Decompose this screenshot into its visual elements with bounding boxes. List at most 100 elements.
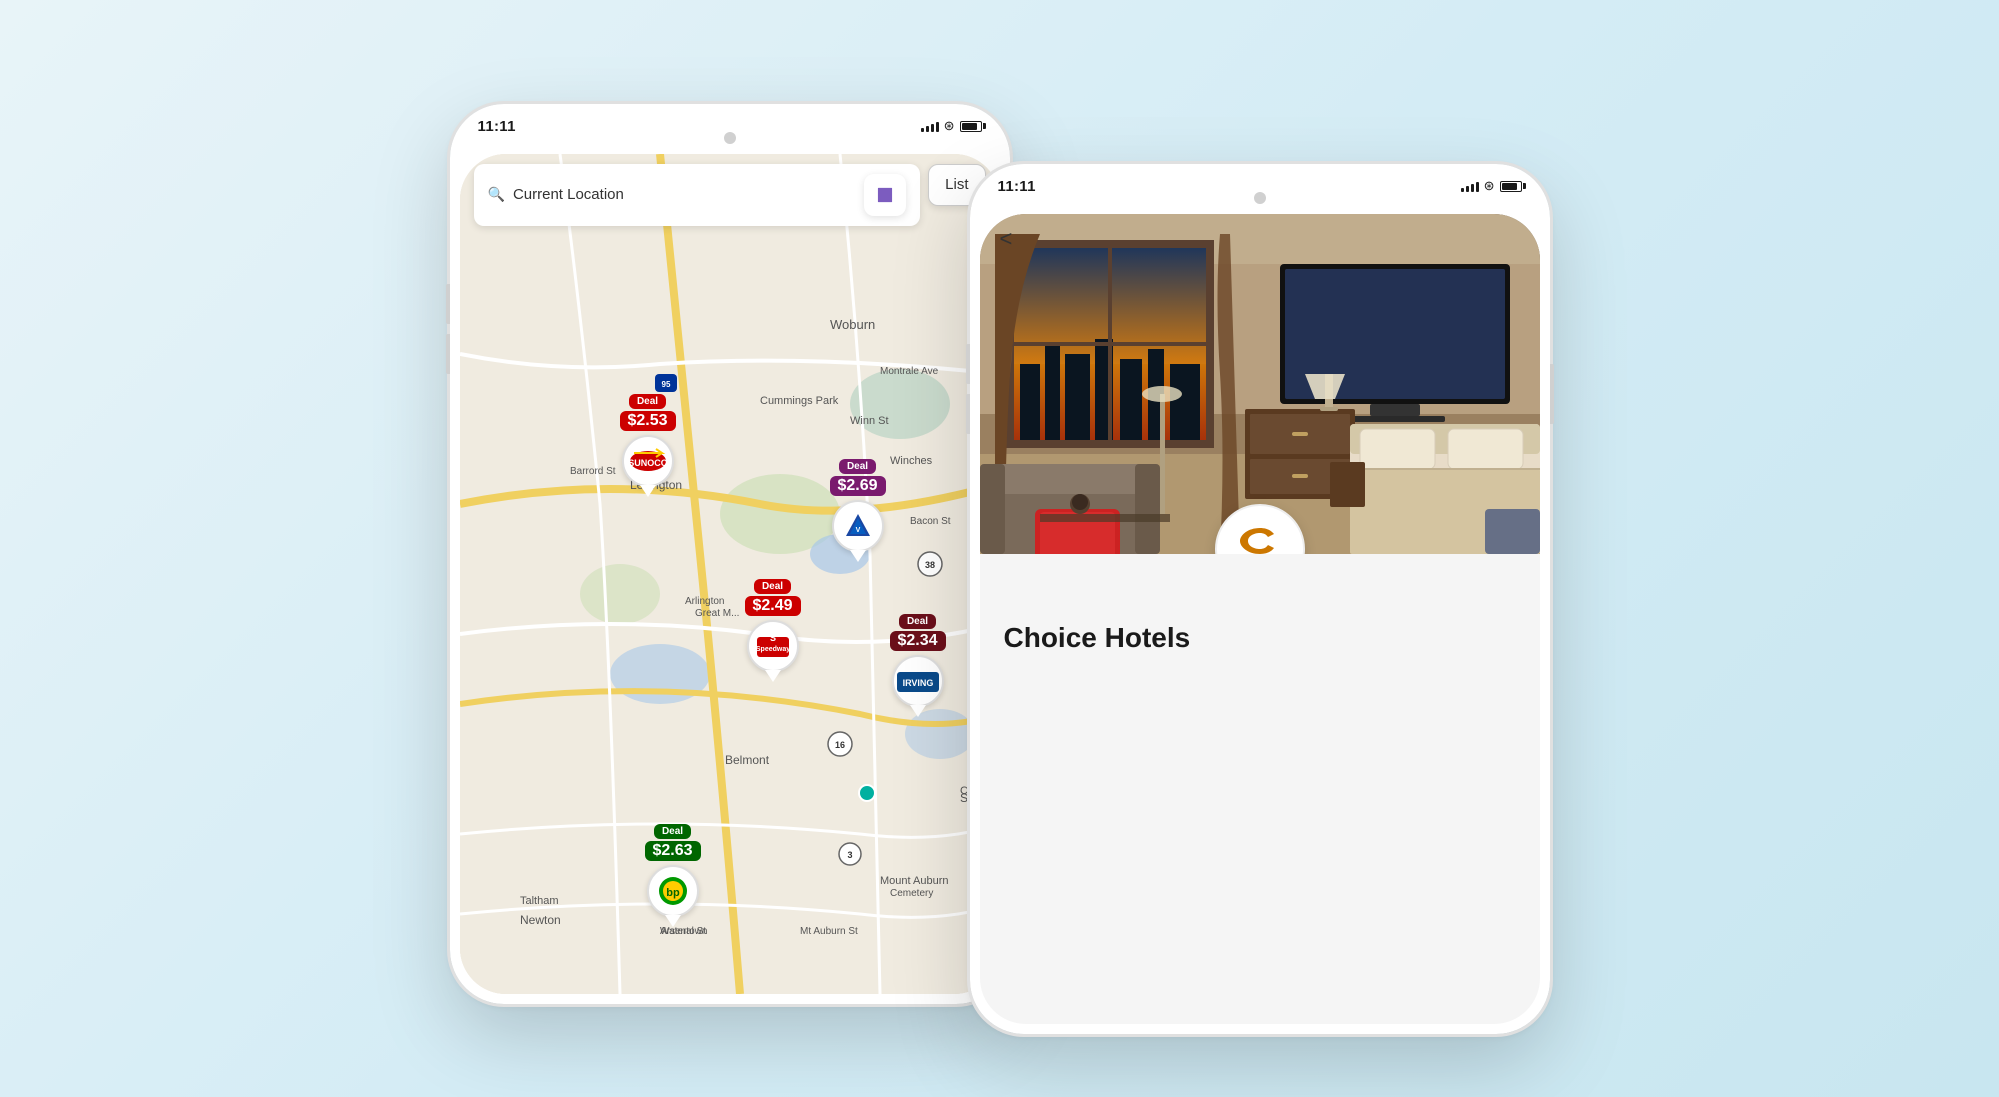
- pin-speedway-logo: Speedway S: [747, 620, 799, 672]
- signal-bar-2: [926, 126, 929, 132]
- hotel-logo-container: CHOICE HOTELS: [1215, 504, 1305, 554]
- pin-irving-price: $2.34: [890, 631, 946, 651]
- search-bar[interactable]: 🔍 Current Location: [474, 164, 921, 226]
- svg-text:Bacon St: Bacon St: [910, 516, 951, 527]
- speedway-logo-svg: Speedway S: [753, 629, 793, 663]
- battery-fill: [962, 123, 977, 130]
- pin-bp-price: $2.63: [645, 841, 701, 861]
- pin-irving[interactable]: Deal $2.34 IRVING: [890, 614, 946, 717]
- svg-text:Cummings Park: Cummings Park: [760, 395, 839, 407]
- pin-sunoco-tail: [640, 485, 656, 497]
- hotel-room-image: CHOICE HOTELS: [980, 214, 1540, 554]
- svg-text:3: 3: [847, 850, 852, 860]
- pin-valero-tail: [850, 550, 866, 562]
- signal-bar-1: [921, 128, 924, 132]
- signal-bars-icon: [921, 120, 939, 132]
- pin-speedway[interactable]: Deal $2.49 Speedway S: [745, 579, 801, 682]
- pin-speedway-tail: [765, 670, 781, 682]
- list-button-label: List: [945, 176, 968, 193]
- phone-hotel-status-bar: 11:11 ⊛: [970, 178, 1550, 195]
- svg-text:SUNOCO: SUNOCO: [628, 458, 668, 468]
- pin-irving-logo: IRVING: [892, 655, 944, 707]
- signal-bar-3: [931, 124, 934, 132]
- back-button[interactable]: <: [1000, 226, 1013, 252]
- svg-text:Belmont: Belmont: [725, 753, 770, 767]
- hotel-room-scene: [980, 214, 1540, 554]
- svg-text:Winches: Winches: [890, 455, 933, 467]
- hotel-content-area: Choice Hotels: [980, 554, 1540, 678]
- pin-sunoco-logo: SUNOCO: [622, 435, 674, 487]
- phone-map-time: 11:11: [478, 118, 516, 135]
- svg-text:Woburn: Woburn: [830, 317, 875, 332]
- hotel-signal-bar-1: [1461, 188, 1464, 192]
- valero-logo-svg: V: [838, 510, 878, 542]
- volume-up-button: [446, 284, 450, 324]
- svg-text:Mt Auburn St: Mt Auburn St: [800, 926, 858, 937]
- pin-speedway-deal: Deal: [754, 579, 791, 594]
- phone-map-screen: 38 16 95 3 Woburn Lexington Arlington Gr…: [460, 154, 1000, 994]
- svg-text:Barrord St: Barrord St: [570, 466, 616, 477]
- svg-text:Winn St: Winn St: [850, 415, 889, 427]
- battery-icon: [960, 121, 982, 132]
- svg-text:S: S: [770, 633, 776, 643]
- nav-direction-button[interactable]: [864, 174, 906, 216]
- svg-text:Great M...: Great M...: [695, 608, 739, 619]
- svg-text:Cemetery: Cemetery: [890, 888, 933, 899]
- user-location-dot: [858, 784, 876, 802]
- sunoco-logo-svg: SUNOCO: [628, 447, 668, 475]
- pin-sunoco[interactable]: Deal $2.53 SUNOCO: [620, 394, 676, 497]
- hotel-room-svg: [980, 214, 1540, 554]
- hotel-phone-volume-down: [966, 394, 970, 434]
- back-chevron-icon: <: [1000, 226, 1013, 251]
- pin-bp-logo: bp: [647, 865, 699, 917]
- phone-hotel: 11:11 ⊛ <: [970, 164, 1550, 1034]
- svg-text:Montrale Ave: Montrale Ave: [880, 366, 939, 377]
- search-bar-container: 🔍 Current Location List: [474, 164, 986, 226]
- signal-bar-4: [936, 122, 939, 132]
- pin-bp-deal: Deal: [654, 824, 691, 839]
- wifi-icon: ⊛: [944, 118, 955, 134]
- svg-text:V: V: [855, 527, 860, 534]
- phone-map-status-icons: ⊛: [921, 118, 982, 134]
- pin-sunoco-price: $2.53: [620, 411, 676, 431]
- search-input-text: Current Location: [513, 186, 856, 203]
- hotel-phone-volume-up: [966, 344, 970, 384]
- svg-text:Speedway: Speedway: [755, 646, 789, 653]
- hotel-battery-fill: [1502, 183, 1517, 190]
- svg-text:Newton: Newton: [520, 913, 561, 927]
- hotel-logo-circle: CHOICE HOTELS: [1215, 504, 1305, 554]
- pin-valero[interactable]: Deal $2.69 V: [830, 459, 886, 562]
- map-svg: 38 16 95 3 Woburn Lexington Arlington Gr…: [460, 154, 1000, 994]
- scene: 11:11 ⊛: [450, 74, 1550, 1024]
- hotel-signal-bar-2: [1466, 186, 1469, 192]
- svg-text:IRVING: IRVING: [902, 678, 933, 688]
- hotel-signal-bars-icon: [1461, 180, 1479, 192]
- hotel-signal-bar-4: [1476, 182, 1479, 192]
- pin-bp-tail: [665, 915, 681, 927]
- pin-irving-deal: Deal: [899, 614, 936, 629]
- svg-text:bp: bp: [666, 887, 680, 899]
- hotel-name-heading: Choice Hotels: [1004, 622, 1516, 654]
- phone-map-status-bar: 11:11 ⊛: [450, 118, 1010, 135]
- map-background: 38 16 95 3 Woburn Lexington Arlington Gr…: [460, 154, 1000, 994]
- svg-text:38: 38: [924, 560, 934, 570]
- svg-text:Taltham: Taltham: [520, 895, 559, 907]
- svg-text:Watertown: Watertown: [660, 926, 707, 937]
- svg-text:16: 16: [834, 740, 844, 750]
- pin-irving-tail: [910, 705, 926, 717]
- hotel-wifi-icon: ⊛: [1484, 178, 1495, 194]
- phone-hotel-time: 11:11: [998, 178, 1036, 195]
- choice-c-logo-svg: [1238, 526, 1282, 554]
- svg-text:Arlington: Arlington: [685, 596, 724, 607]
- pin-bp[interactable]: Deal $2.63 bp: [645, 824, 701, 927]
- irving-logo-svg: IRVING: [895, 664, 941, 698]
- hotel-signal-bar-3: [1471, 184, 1474, 192]
- bp-logo-svg: bp: [653, 874, 693, 908]
- pin-speedway-price: $2.49: [745, 596, 801, 616]
- hotel-battery-icon: [1500, 181, 1522, 192]
- svg-text:95: 95: [661, 380, 670, 389]
- search-icon: 🔍: [488, 186, 505, 203]
- pin-valero-price: $2.69: [830, 476, 886, 496]
- volume-down-button: [446, 334, 450, 374]
- phone-hotel-screen: <: [980, 214, 1540, 1024]
